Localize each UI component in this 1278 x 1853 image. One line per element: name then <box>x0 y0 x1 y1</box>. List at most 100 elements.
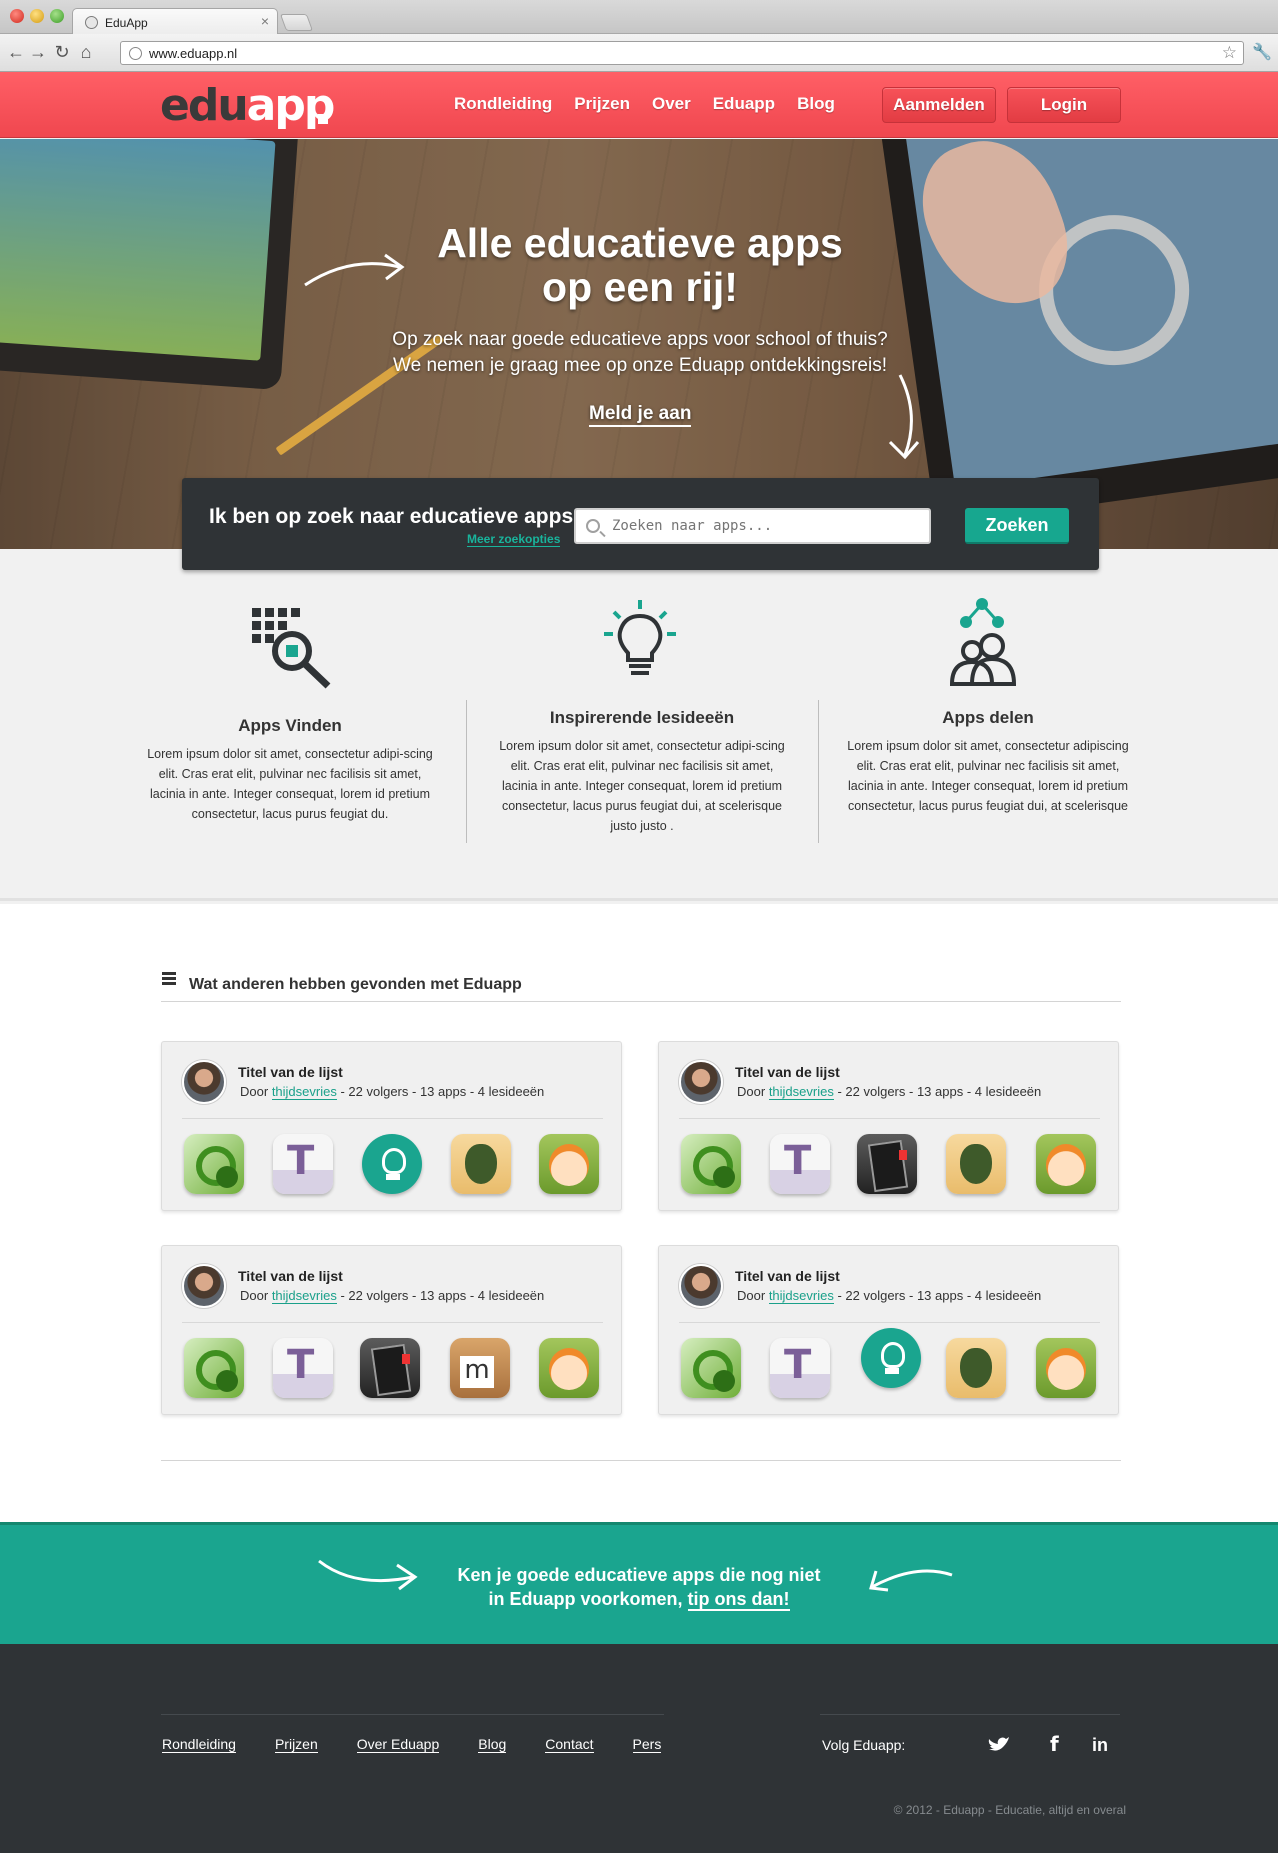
window-close-icon[interactable] <box>10 9 24 23</box>
avatar[interactable] <box>679 1264 723 1308</box>
lists-heading: Wat anderen hebben gevonden met Eduapp <box>189 976 522 993</box>
tip-text: Ken je goede educatieve apps die nog nie… <box>457 1565 821 1611</box>
book-app-icon[interactable] <box>360 1338 420 1398</box>
divider <box>818 700 819 843</box>
list-card[interactable]: Titel van de lijst Door thijdsevries - 2… <box>658 1041 1119 1211</box>
list-title[interactable]: Titel van de lijst <box>238 1064 343 1080</box>
twitter-icon[interactable] <box>987 1735 1011 1755</box>
divider <box>679 1322 1100 1323</box>
tab-title: EduApp <box>105 16 148 30</box>
feature-apps-vinden: Apps Vinden Lorem ipsum dolor sit amet, … <box>145 716 435 824</box>
search-input[interactable] <box>574 508 931 544</box>
new-tab-button[interactable] <box>279 14 314 31</box>
t-app-icon[interactable] <box>273 1134 333 1194</box>
forward-arrow-icon[interactable]: → <box>28 42 48 62</box>
kid-app-icon[interactable] <box>1036 1134 1096 1194</box>
author-link[interactable]: thijdsevries <box>768 1288 834 1304</box>
nav-rondleiding[interactable]: Rondleiding <box>454 94 552 114</box>
globe-app-icon[interactable] <box>184 1134 244 1194</box>
t-app-icon[interactable] <box>770 1134 830 1194</box>
list-title[interactable]: Titel van de lijst <box>238 1268 343 1284</box>
star-icon[interactable]: ☆ <box>1222 43 1237 63</box>
share-people-icon <box>949 598 1017 686</box>
wrench-icon[interactable]: 🔧 <box>1252 42 1272 62</box>
window-zoom-icon[interactable] <box>50 9 64 23</box>
feature-title: Apps Vinden <box>238 716 342 735</box>
more-search-options-link[interactable]: Meer zoekopties <box>467 532 561 547</box>
avatar[interactable] <box>182 1060 226 1104</box>
book-app-icon[interactable] <box>857 1134 917 1194</box>
hero-subtitle: Op zoek naar goede educatieve apps voor … <box>392 329 888 376</box>
kid-app-icon[interactable] <box>1036 1338 1096 1398</box>
nav-eduapp[interactable]: Eduapp <box>713 94 775 114</box>
divider <box>161 1001 1121 1002</box>
feature-text: Lorem ipsum dolor sit amet, consectetur … <box>847 739 1129 813</box>
facebook-icon[interactable]: f <box>1050 1732 1059 1756</box>
tip-banner: Ken je goede educatieve apps die nog nie… <box>0 1522 1278 1644</box>
feature-title: Apps delen <box>942 708 1034 727</box>
divider <box>182 1118 603 1119</box>
footer-link-rondleiding[interactable]: Rondleiding <box>162 1736 236 1753</box>
home-icon[interactable]: ⌂ <box>76 42 96 62</box>
globe-icon <box>85 16 98 29</box>
globe-app-icon[interactable] <box>681 1134 741 1194</box>
owl-app-icon[interactable] <box>451 1134 511 1194</box>
kid-app-icon[interactable] <box>539 1134 599 1194</box>
lightbulb-app-icon[interactable] <box>362 1134 422 1194</box>
nav-over[interactable]: Over <box>652 94 691 114</box>
list-title[interactable]: Titel van de lijst <box>735 1268 840 1284</box>
list-card[interactable]: Titel van de lijst Door thijdsevries - 2… <box>161 1245 622 1415</box>
author-link[interactable]: thijdsevries <box>271 1084 337 1100</box>
hero-title: Alle educatieve apps op een rij! <box>437 220 843 310</box>
logo-dot <box>318 114 328 124</box>
globe-icon <box>129 47 142 60</box>
list-meta: Door thijdsevries - 22 volgers - 13 apps… <box>240 1288 545 1304</box>
address-bar[interactable]: www.eduapp.nl ☆ <box>120 41 1244 65</box>
search-button[interactable]: Zoeken <box>965 508 1069 544</box>
owl-app-icon[interactable] <box>946 1134 1006 1194</box>
t-app-icon[interactable] <box>273 1338 333 1398</box>
author-link[interactable]: thijdsevries <box>768 1084 834 1100</box>
m-app-icon[interactable] <box>450 1338 510 1398</box>
search-panel: Ik ben op zoek naar educatieve apps Meer… <box>182 478 1099 570</box>
login-button[interactable]: Login <box>1007 87 1121 123</box>
t-app-icon[interactable] <box>770 1338 830 1398</box>
tip-link[interactable]: tip ons dan! <box>687 1589 790 1611</box>
nav-blog[interactable]: Blog <box>797 94 835 114</box>
list-title[interactable]: Titel van de lijst <box>735 1064 840 1080</box>
avatar[interactable] <box>182 1264 226 1308</box>
feature-lesideeen: Inspirerende lesideeën Lorem ipsum dolor… <box>497 708 787 836</box>
author-link[interactable]: thijdsevries <box>271 1288 337 1304</box>
list-card[interactable]: Titel van de lijst Door thijdsevries - 2… <box>161 1041 622 1211</box>
owl-app-icon[interactable] <box>946 1338 1006 1398</box>
globe-app-icon[interactable] <box>681 1338 741 1398</box>
linkedin-icon[interactable]: in <box>1092 1735 1108 1756</box>
signup-button[interactable]: Aanmelden <box>882 87 996 123</box>
footer-link-pers[interactable]: Pers <box>632 1736 662 1753</box>
close-icon[interactable]: × <box>261 13 269 29</box>
reload-icon[interactable]: ↻ <box>52 42 72 62</box>
window-minimize-icon[interactable] <box>30 9 44 23</box>
divider <box>466 700 467 843</box>
nav-prijzen[interactable]: Prijzen <box>574 94 630 114</box>
feature-apps-delen: Apps delen Lorem ipsum dolor sit amet, c… <box>843 708 1133 816</box>
footer-link-blog[interactable]: Blog <box>478 1736 507 1753</box>
list-card[interactable]: Titel van de lijst Door thijdsevries - 2… <box>658 1245 1119 1415</box>
lists-section <box>0 904 1278 1522</box>
kid-app-icon[interactable] <box>539 1338 599 1398</box>
globe-app-icon[interactable] <box>184 1338 244 1398</box>
browser-tab[interactable]: EduApp × <box>72 8 278 35</box>
footer-link-over-eduapp[interactable]: Over Eduapp <box>356 1736 440 1753</box>
signup-cta-link[interactable]: Meld je aan <box>589 403 692 427</box>
footer-link-contact[interactable]: Contact <box>545 1736 594 1753</box>
lightbulb-app-icon[interactable] <box>861 1328 921 1388</box>
back-arrow-icon[interactable]: ← <box>6 42 26 62</box>
feature-text: Lorem ipsum dolor sit amet, consectetur … <box>147 747 433 821</box>
follow-label: Volg Eduapp: <box>822 1737 906 1753</box>
avatar[interactable] <box>679 1060 723 1104</box>
footer-link-prijzen[interactable]: Prijzen <box>274 1736 318 1753</box>
eduapp-logo[interactable]: eduapp <box>160 78 335 134</box>
feature-title: Inspirerende lesideeën <box>549 708 735 727</box>
list-meta: Door thijdsevries - 22 volgers - 13 apps… <box>240 1084 545 1100</box>
url-text: www.eduapp.nl <box>149 46 238 61</box>
